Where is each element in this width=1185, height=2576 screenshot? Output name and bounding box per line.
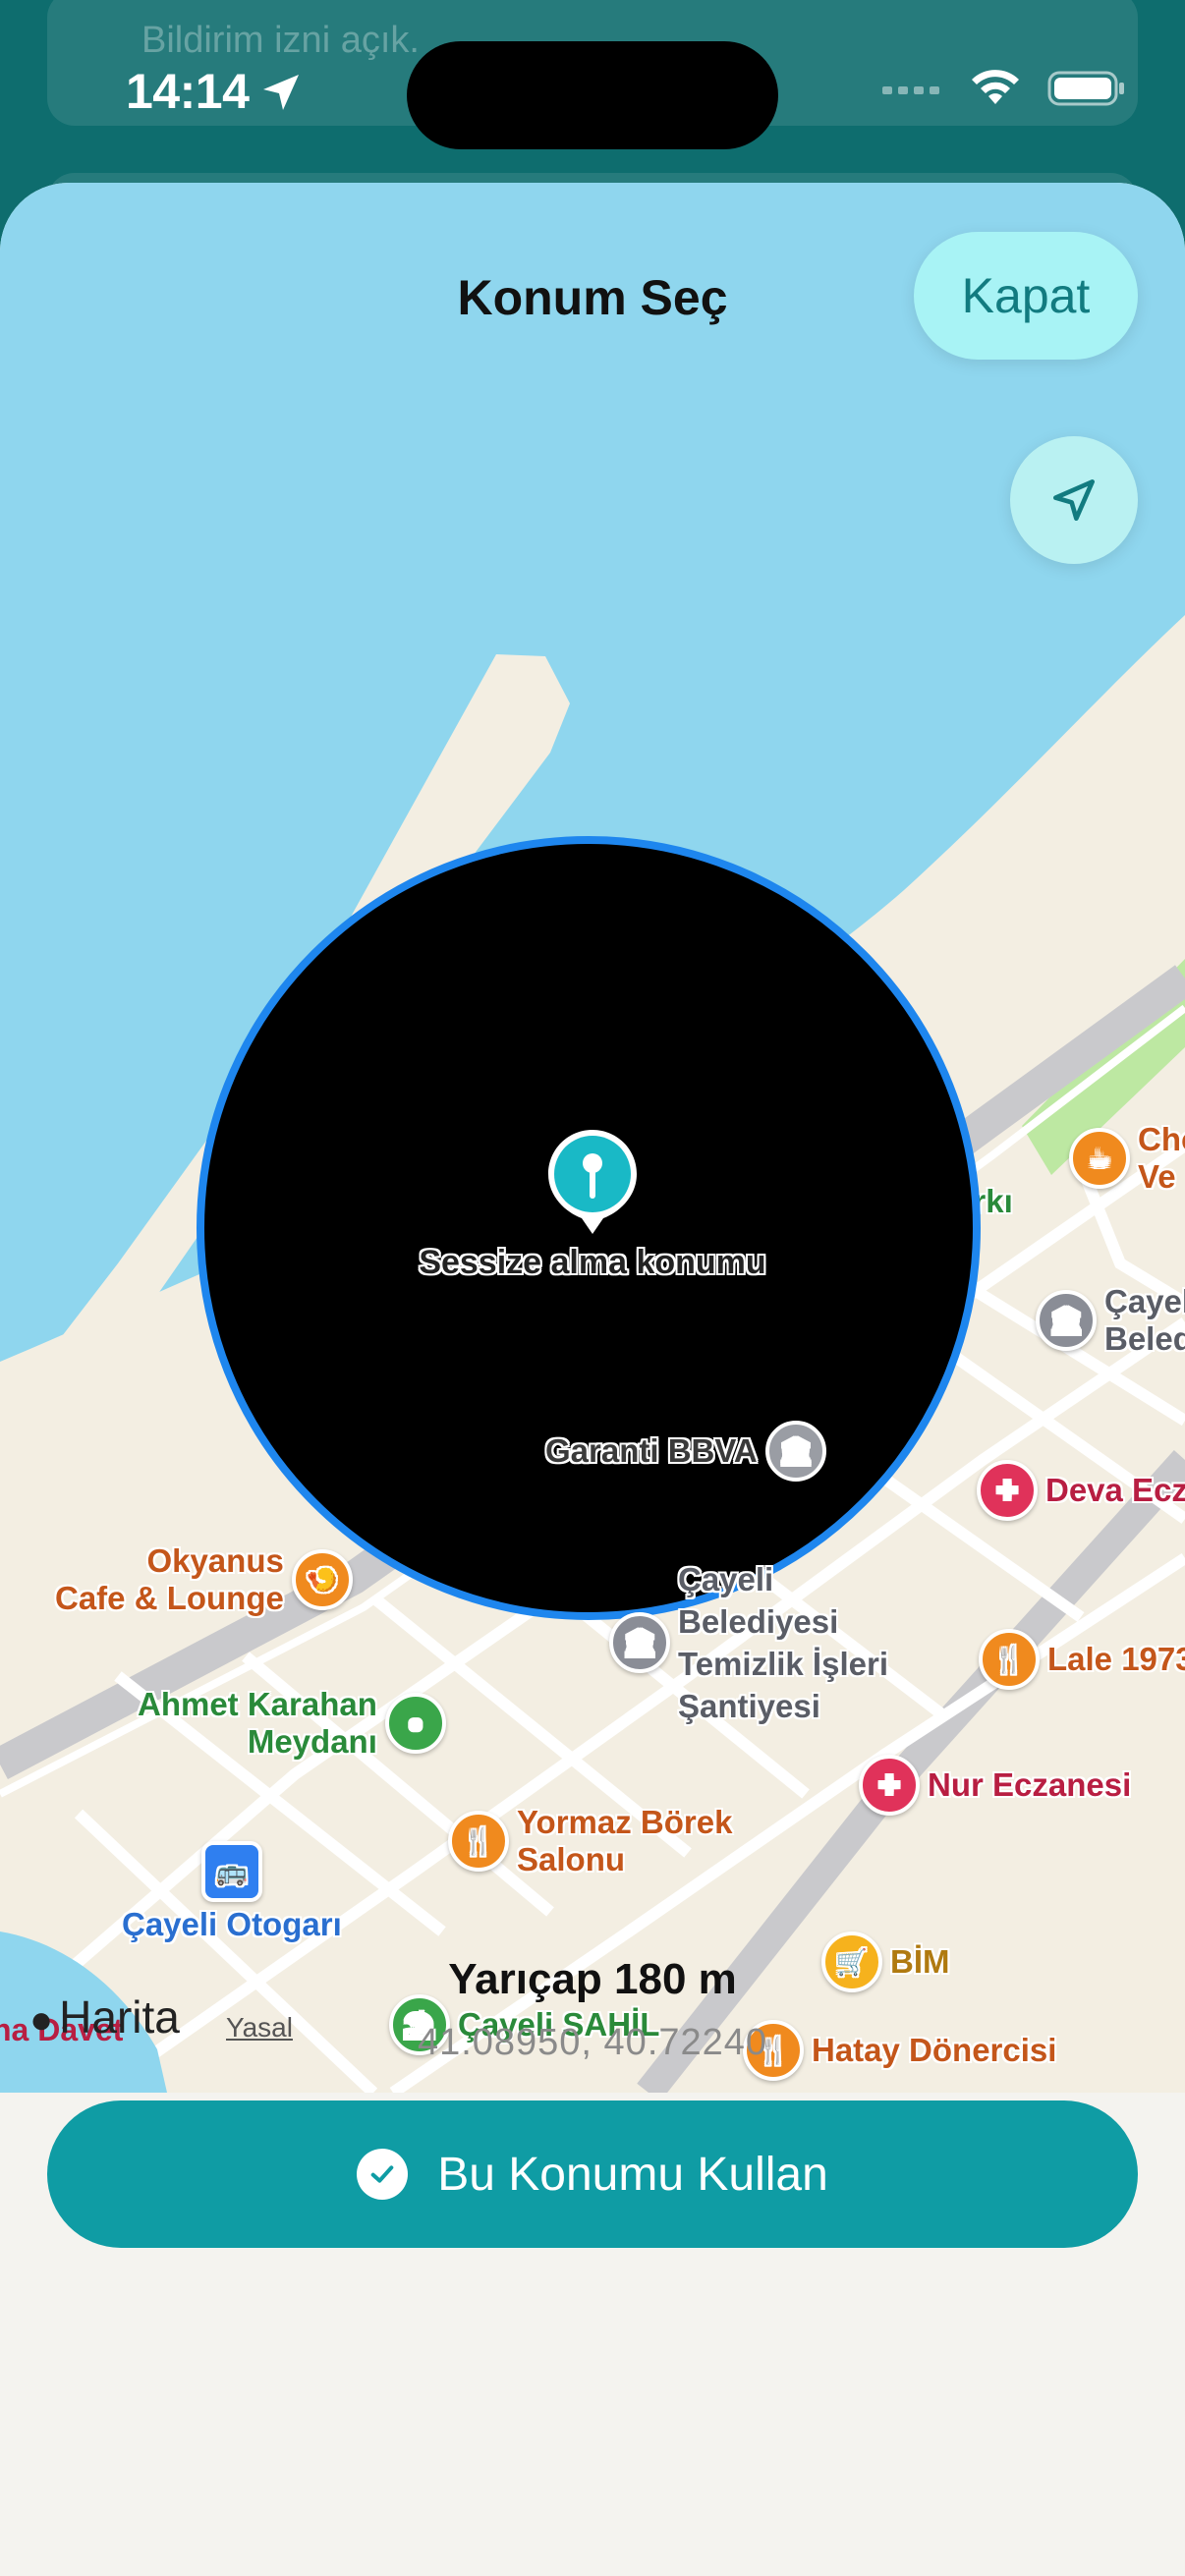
restaurant-icon: 🍴 (448, 1811, 509, 1872)
poi-yormaz-borek[interactable]: 🍴 Yormaz Börek Salonu (448, 1804, 732, 1878)
close-button[interactable]: Kapat (914, 232, 1138, 360)
restaurant-icon: 🍴 (979, 1629, 1040, 1690)
dynamic-island (407, 41, 778, 149)
checkmark-circle-icon (357, 2149, 409, 2200)
poi-label: Deva Ecz (1045, 1472, 1185, 1508)
use-location-button[interactable]: Bu Konumu Kullan (47, 2100, 1138, 2248)
center-label: Sessize alma konumu (419, 1244, 766, 1281)
status-time: 14:14 (126, 64, 250, 119)
poi-lale[interactable]: 🍴 Lale 1973 (979, 1629, 1185, 1690)
poi-label: Yormaz Börek (517, 1804, 733, 1840)
bus-icon: 🚌 (200, 1841, 262, 1902)
location-arrow-icon (263, 75, 299, 110)
poi-label: Meydanı (247, 1723, 377, 1760)
poi-okyanus[interactable]: 🍤 Okyanus Cafe & Lounge (55, 1542, 353, 1617)
poi-label: Salonu (517, 1841, 626, 1877)
coordinates-text: 41.08950, 40.72240 (417, 2022, 768, 2063)
poi-cho[interactable]: ☕ ChoVe (1069, 1121, 1185, 1196)
poi-label: Ahmet Karahan (138, 1686, 377, 1722)
use-location-label: Bu Konumu Kullan (437, 2148, 828, 2201)
poi-ahmet-karahan[interactable]: ● Ahmet Karahan Meydanı (138, 1686, 446, 1761)
location-pin-icon[interactable] (544, 1126, 641, 1238)
poi-label: Çayel (1104, 1283, 1185, 1319)
poi-label: Garanti BBVA (545, 1432, 758, 1469)
poi-label: Cho (1138, 1121, 1185, 1157)
coffee-icon: ☕ (1069, 1128, 1130, 1189)
restaurant-icon: 🍤 (291, 1549, 353, 1610)
poi-label: Cafe & Lounge (55, 1580, 284, 1616)
poi-label: Beled (1104, 1320, 1185, 1357)
status-icons (880, 69, 1126, 108)
battery-icon (1047, 71, 1124, 106)
poi-label: Belediyesi (678, 1603, 839, 1640)
poi-label: Nur Eczanesi (928, 1766, 1132, 1803)
poi-garanti[interactable]: Garanti BBVA 🏛 (545, 1421, 826, 1482)
poi-cayeli-belediye[interactable]: 🏛 Çayel Beled (1036, 1283, 1185, 1358)
radius-text: Yarıçap 180 m (448, 1955, 737, 2003)
current-location-button[interactable] (1010, 436, 1138, 564)
government-icon: 🏛 (609, 1612, 670, 1673)
poi-label: Çayeli Otogarı (122, 1906, 342, 1942)
navigation-arrow-icon (1053, 479, 1095, 521)
pharmacy-icon: ✚ (859, 1755, 920, 1816)
poi-label: Temizlik İşleri (678, 1646, 888, 1682)
poi-belediye-temizlik[interactable]: 🏛 Çayeli Belediyesi Temizlik İşleri Şantiye… (609, 1558, 888, 1727)
signal-icon (882, 86, 939, 94)
park-icon: ● (384, 1693, 446, 1754)
poi-label: Ve (1138, 1158, 1176, 1195)
bank-icon: 🏛 (764, 1421, 826, 1482)
poi-label: Şantiyesi (678, 1688, 820, 1724)
government-icon: 🏛 (1036, 1290, 1097, 1351)
poi-nur-eczanesi[interactable]: ✚ Nur Eczanesi (859, 1755, 1131, 1816)
poi-label: Lale 1973 (1047, 1641, 1185, 1677)
pharmacy-icon: ✚ (977, 1460, 1038, 1521)
notification-text: Bildirim izni açık. (141, 20, 420, 61)
poi-label: Çayeli (678, 1561, 774, 1597)
wifi-icon (972, 70, 1019, 104)
poi-label: Okyanus (146, 1542, 284, 1579)
poi-otogar[interactable]: 🚌 Çayeli Otogarı (122, 1841, 342, 1943)
poi-deva[interactable]: ✚ Deva Ecz (977, 1460, 1185, 1521)
